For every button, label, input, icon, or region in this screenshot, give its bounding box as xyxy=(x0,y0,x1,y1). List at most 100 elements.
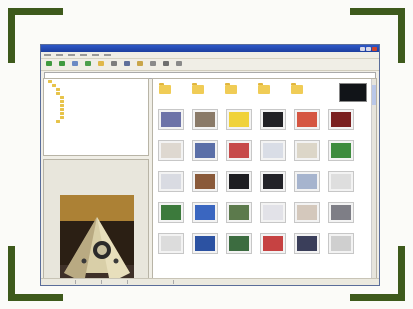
image-thumbnail[interactable] xyxy=(225,109,252,130)
thumbnail-image xyxy=(194,112,215,127)
thumbnail-image xyxy=(160,143,181,158)
thumbnail-cell[interactable] xyxy=(157,109,184,140)
image-thumbnail[interactable] xyxy=(191,109,218,130)
toolbar-button[interactable] xyxy=(161,60,171,69)
toolbar-button[interactable] xyxy=(44,60,54,69)
image-thumbnail[interactable] xyxy=(259,140,286,161)
menu-item[interactable] xyxy=(56,54,63,56)
image-thumbnail[interactable] xyxy=(191,202,218,223)
thumbnail-cell[interactable] xyxy=(259,233,286,264)
thumbnail-cell[interactable] xyxy=(293,109,320,140)
folder-icon xyxy=(60,99,64,103)
folder-icon xyxy=(60,103,64,107)
image-thumbnail[interactable] xyxy=(225,171,252,192)
image-thumbnail[interactable] xyxy=(293,140,320,161)
toolbar-button[interactable] xyxy=(174,60,184,69)
thumbnail-cell[interactable] xyxy=(259,202,286,233)
toolbar-button[interactable] xyxy=(57,60,67,69)
image-thumbnail[interactable] xyxy=(327,140,354,161)
thumbnail-cell[interactable] xyxy=(225,140,252,171)
image-thumbnail[interactable] xyxy=(259,202,286,223)
minimize-button[interactable] xyxy=(360,46,365,51)
preview-image xyxy=(60,195,134,285)
image-thumbnail[interactable] xyxy=(327,202,354,223)
menu-item[interactable] xyxy=(68,54,75,56)
thumbnail-cell[interactable] xyxy=(327,171,354,202)
vertical-scrollbar[interactable] xyxy=(371,79,376,278)
image-thumbnail[interactable] xyxy=(191,233,218,254)
thumbnail-image xyxy=(194,174,215,189)
folder-thumbnail[interactable] xyxy=(291,83,303,94)
folder-thumbnail[interactable] xyxy=(258,83,270,94)
toolbar-button[interactable] xyxy=(70,60,80,69)
image-thumbnail[interactable] xyxy=(225,202,252,223)
thumbnail-cell[interactable] xyxy=(157,233,184,264)
thumbnail-cell[interactable] xyxy=(259,171,286,202)
window-controls xyxy=(360,46,377,51)
close-button[interactable] xyxy=(372,46,377,51)
image-thumbnail[interactable] xyxy=(293,202,320,223)
menu-item[interactable] xyxy=(104,54,111,56)
thumbnail-cell[interactable] xyxy=(191,109,218,140)
image-thumbnail[interactable] xyxy=(327,109,354,130)
thumbnail-cell[interactable] xyxy=(327,109,354,140)
image-thumbnail[interactable] xyxy=(259,233,286,254)
thumbnail-cell[interactable] xyxy=(293,202,320,233)
image-thumbnail[interactable] xyxy=(339,83,367,102)
image-thumbnail[interactable] xyxy=(157,140,184,161)
image-thumbnail[interactable] xyxy=(327,233,354,254)
title-bar[interactable] xyxy=(41,45,379,52)
toolbar-button[interactable] xyxy=(109,60,119,69)
thumbnail-cell[interactable] xyxy=(327,140,354,171)
thumbnail-cell[interactable] xyxy=(293,233,320,264)
toolbar-button[interactable] xyxy=(135,60,145,69)
thumbnail-cell[interactable] xyxy=(225,202,252,233)
image-thumbnail[interactable] xyxy=(259,109,286,130)
image-thumbnail[interactable] xyxy=(157,109,184,130)
toolbar-button[interactable] xyxy=(122,60,132,69)
thumbnail-cell[interactable] xyxy=(225,233,252,264)
scroll-thumb[interactable] xyxy=(372,85,376,105)
toolbar-button[interactable] xyxy=(96,60,106,69)
thumbnail-cell[interactable] xyxy=(293,140,320,171)
image-thumbnail[interactable] xyxy=(157,171,184,192)
thumbnail-cell[interactable] xyxy=(191,171,218,202)
tree-item[interactable] xyxy=(44,119,148,123)
up-folder-icon xyxy=(72,60,78,66)
thumbnail-cell[interactable] xyxy=(157,140,184,171)
toolbar-button[interactable] xyxy=(83,60,93,69)
image-thumbnail[interactable] xyxy=(157,233,184,254)
thumbnail-cell[interactable] xyxy=(259,109,286,140)
thumbnail-cell[interactable] xyxy=(191,140,218,171)
thumbnail-cell[interactable] xyxy=(225,171,252,202)
thumbnail-cell[interactable] xyxy=(259,140,286,171)
image-thumbnail[interactable] xyxy=(225,233,252,254)
image-thumbnail[interactable] xyxy=(327,171,354,192)
thumbnail-cell[interactable] xyxy=(157,202,184,233)
image-thumbnail[interactable] xyxy=(157,202,184,223)
menu-item[interactable] xyxy=(80,54,87,56)
thumbnail-cell[interactable] xyxy=(157,171,184,202)
menu-item[interactable] xyxy=(44,54,51,56)
status-segment xyxy=(105,280,128,284)
folder-thumbnail[interactable] xyxy=(192,83,204,94)
image-thumbnail[interactable] xyxy=(191,140,218,161)
image-thumbnail[interactable] xyxy=(293,171,320,192)
thumbnail-cell[interactable] xyxy=(293,171,320,202)
image-thumbnail[interactable] xyxy=(293,109,320,130)
image-thumbnail[interactable] xyxy=(259,171,286,192)
maximize-button[interactable] xyxy=(366,46,371,51)
toolbar-button[interactable] xyxy=(148,60,158,69)
folder-thumbnail[interactable] xyxy=(159,83,171,94)
folder-thumbnail[interactable] xyxy=(225,83,237,94)
image-thumbnail[interactable] xyxy=(293,233,320,254)
thumbnail-cell[interactable] xyxy=(225,109,252,140)
thumbnail-cell[interactable] xyxy=(327,233,354,264)
thumbnail-image xyxy=(228,174,249,189)
thumbnail-cell[interactable] xyxy=(327,202,354,233)
image-thumbnail[interactable] xyxy=(225,140,252,161)
thumbnail-cell[interactable] xyxy=(191,233,218,264)
menu-item[interactable] xyxy=(92,54,99,56)
thumbnail-cell[interactable] xyxy=(191,202,218,233)
image-thumbnail[interactable] xyxy=(191,171,218,192)
